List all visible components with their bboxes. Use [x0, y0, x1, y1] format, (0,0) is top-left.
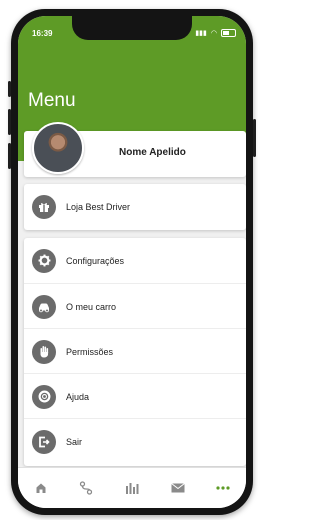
menu-item-label: Configurações: [66, 255, 125, 266]
settings-list: Configurações O meu carro Permissões Aju…: [24, 238, 246, 466]
mail-icon: [170, 483, 185, 493]
phone-frame: 16:39 ▮▮▮ ◠ Menu Nome Apelido Loja Best …: [8, 9, 256, 515]
power-button: [253, 119, 256, 157]
volume-down-button: [8, 143, 11, 169]
tab-more[interactable]: [211, 476, 235, 500]
menu-item-sair[interactable]: Sair: [24, 418, 246, 464]
lifebuoy-icon: [32, 384, 56, 409]
screen: 16:39 ▮▮▮ ◠ Menu Nome Apelido Loja Best …: [18, 16, 246, 508]
page-title: Menu: [28, 90, 76, 111]
tab-stats[interactable]: [120, 476, 144, 500]
menu-item-label: Permissões: [66, 346, 114, 357]
mute-switch: [8, 81, 11, 97]
stats-icon: [125, 483, 139, 494]
menu-item-permissoes[interactable]: Permissões: [24, 328, 246, 374]
tab-bar: [18, 467, 246, 508]
menu-item-label: Sair: [66, 436, 83, 447]
gift-icon: [32, 194, 56, 219]
more-icon: [216, 486, 230, 490]
gear-icon: [32, 248, 56, 273]
menu-item-label: Loja Best Driver: [66, 201, 131, 212]
menu-item-label: Ajuda: [66, 391, 90, 402]
tab-home[interactable]: [29, 476, 53, 500]
status-icons: ▮▮▮ ◠: [195, 29, 236, 37]
store-card[interactable]: Loja Best Driver: [24, 184, 246, 230]
menu-item-o-meu-carro[interactable]: O meu carro: [24, 283, 246, 329]
battery-icon: [221, 29, 236, 37]
menu-item-store[interactable]: Loja Best Driver: [24, 184, 246, 229]
route-icon: [80, 481, 93, 495]
volume-up-button: [8, 109, 11, 135]
menu-item-ajuda[interactable]: Ajuda: [24, 373, 246, 419]
car-icon: [32, 294, 56, 319]
menu-item-configuracoes[interactable]: Configurações: [24, 238, 246, 283]
status-time: 16:39: [32, 29, 53, 38]
signal-icon: ▮▮▮: [195, 30, 207, 37]
wifi-icon: ◠: [210, 30, 217, 37]
profile-card[interactable]: Nome Apelido: [24, 122, 246, 177]
menu-item-label: O meu carro: [66, 301, 117, 312]
tab-route[interactable]: [74, 476, 98, 500]
logout-icon: [32, 429, 56, 454]
notch: [72, 16, 192, 40]
avatar[interactable]: [32, 122, 84, 174]
home-icon: [36, 483, 46, 493]
profile-name: Nome Apelido: [119, 147, 186, 158]
tab-messages[interactable]: [166, 476, 190, 500]
hand-icon: [32, 339, 56, 364]
